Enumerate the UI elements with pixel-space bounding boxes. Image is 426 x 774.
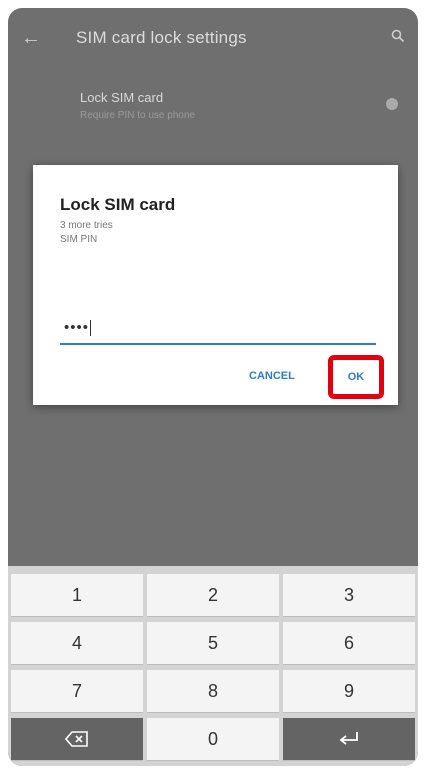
lock-sim-dialog: Lock SIM card 3 more tries SIM PIN •••• … — [33, 165, 398, 405]
tries-remaining-text: 3 more tries — [60, 220, 113, 231]
key-5[interactable]: 5 — [147, 622, 279, 664]
key-9[interactable]: 9 — [283, 670, 415, 712]
app-bar: ← SIM card lock settings — [8, 8, 418, 68]
key-0[interactable]: 0 — [147, 718, 279, 760]
toggle-switch[interactable] — [386, 98, 398, 110]
search-icon[interactable] — [378, 29, 418, 48]
preference-subtitle: Require PIN to use phone — [80, 110, 196, 121]
key-1[interactable]: 1 — [11, 574, 143, 616]
pin-label: SIM PIN — [60, 234, 98, 245]
preference-title: Lock SIM card — [80, 90, 164, 105]
pin-value: •••• — [64, 319, 92, 337]
key-7[interactable]: 7 — [11, 670, 143, 712]
enter-key[interactable] — [283, 718, 415, 760]
cancel-button[interactable]: CANCEL — [249, 370, 295, 382]
key-2[interactable]: 2 — [147, 574, 279, 616]
numeric-keypad: 1 2 3 4 5 6 7 8 9 0 — [8, 566, 418, 766]
ok-highlight-frame: OK — [328, 355, 384, 399]
back-arrow-icon[interactable]: ← — [8, 27, 54, 50]
key-6[interactable]: 6 — [283, 622, 415, 664]
key-8[interactable]: 8 — [147, 670, 279, 712]
key-3[interactable]: 3 — [283, 574, 415, 616]
text-caret — [90, 320, 92, 337]
backspace-icon — [65, 731, 89, 747]
key-4[interactable]: 4 — [11, 622, 143, 664]
lock-sim-preference[interactable]: Lock SIM card Require PIN to use phone — [8, 68, 418, 138]
enter-icon — [338, 731, 360, 747]
phone-screen: ← SIM card lock settings Lock SIM card R… — [8, 8, 418, 766]
ok-button[interactable]: OK — [348, 371, 365, 383]
pin-input[interactable]: •••• — [60, 315, 376, 345]
page-title: SIM card lock settings — [76, 28, 247, 47]
backspace-key[interactable] — [11, 718, 143, 760]
dialog-title: Lock SIM card — [60, 195, 176, 214]
